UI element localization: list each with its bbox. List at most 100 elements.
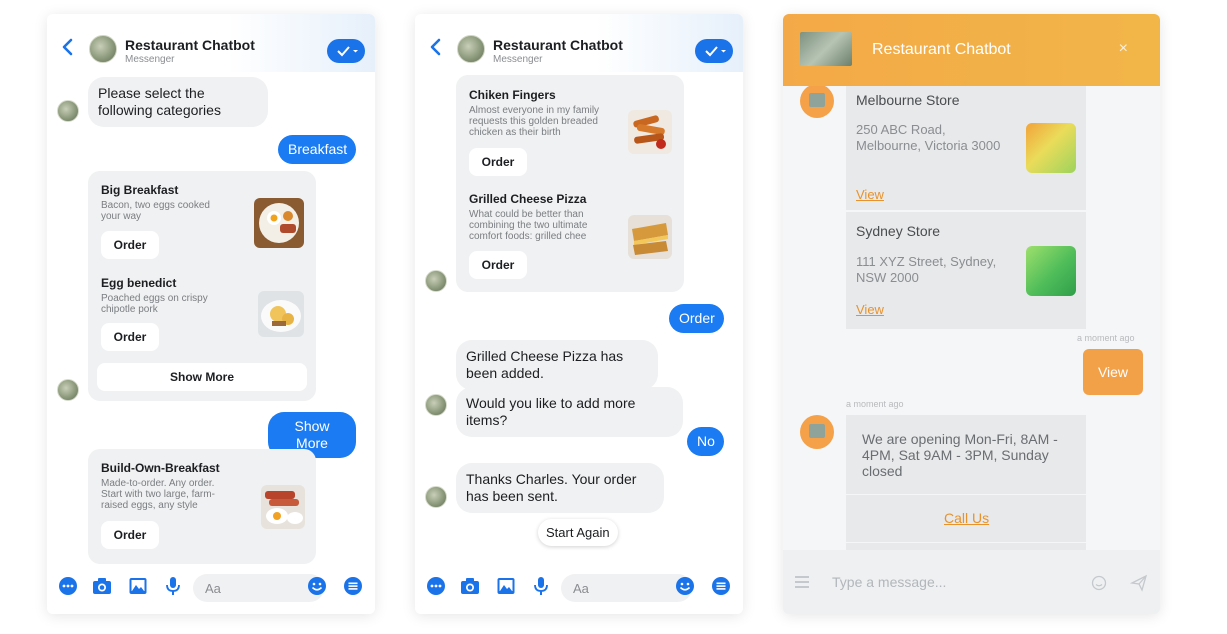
menu-icon[interactable] — [795, 576, 809, 588]
item-description: What could be better than combining the … — [469, 209, 588, 242]
store-map-image — [1026, 246, 1076, 296]
item-description: Poached eggs on crispy chipotle pork — [101, 293, 208, 315]
more-options-icon[interactable] — [58, 576, 78, 596]
item-title: Grilled Cheese Pizza — [469, 192, 587, 206]
widget-title: Restaurant Chatbot — [872, 41, 1011, 58]
card-divider — [846, 542, 1086, 543]
menu-carousel-card: Build-Own-Breakfast Made-to-order. Any o… — [88, 449, 316, 564]
menu-icon[interactable] — [343, 576, 363, 596]
store-card: Melbourne Store 250 ABC Road, Melbourne,… — [846, 82, 1086, 210]
menu-carousel-card: Chiken Fingers Almost everyone in my fam… — [456, 75, 684, 292]
microphone-icon[interactable] — [163, 576, 183, 596]
grilled-cheese-pizza-image — [628, 215, 672, 259]
store-name: Sydney Store — [856, 223, 941, 239]
item-description: Almost everyone in my family requests th… — [469, 105, 600, 138]
bot-avatar-small — [425, 486, 447, 508]
user-message-order: Order — [669, 304, 724, 333]
store-view-link[interactable]: View — [856, 302, 884, 317]
bot-avatar — [89, 35, 117, 63]
order-button[interactable]: Order — [101, 231, 159, 259]
message-timestamp: a moment ago — [1077, 333, 1135, 343]
store-name: Melbourne Store — [856, 92, 960, 108]
image-gallery-icon[interactable] — [496, 576, 516, 596]
chat-title: Restaurant Chatbot — [125, 37, 255, 53]
bot-message: Please select the following categories — [88, 77, 268, 127]
messenger-chat-panel-2: Restaurant Chatbot Messenger Chiken Fing… — [415, 14, 743, 614]
emoji-icon[interactable] — [307, 576, 327, 596]
bot-avatar-small — [57, 100, 79, 122]
chat-header: Restaurant Chatbot Messenger — [47, 14, 375, 72]
show-more-button[interactable]: Show More — [97, 363, 307, 391]
big-breakfast-image — [254, 198, 304, 248]
store-address: 111 XYZ Street, Sydney, NSW 2000 — [856, 254, 997, 285]
item-title: Egg benedict — [101, 276, 177, 290]
store-view-link[interactable]: View — [856, 187, 884, 202]
user-message-view: View — [1083, 349, 1143, 395]
message-input[interactable]: Type a message... — [832, 574, 946, 590]
opening-hours-message: We are opening Mon-Fri, 8AM - 4PM, Sat 9… — [862, 431, 1058, 479]
store-map-image — [1026, 123, 1076, 173]
microphone-icon[interactable] — [531, 576, 551, 596]
back-arrow-icon[interactable] — [61, 38, 73, 56]
chat-title: Restaurant Chatbot — [493, 37, 623, 53]
emoji-icon[interactable] — [675, 576, 695, 596]
camera-icon[interactable] — [460, 576, 480, 596]
menu-carousel-card: Big Breakfast Bacon, two eggs cooked you… — [88, 171, 316, 401]
chat-subtitle: Messenger — [125, 54, 175, 65]
user-message-breakfast: Breakfast — [278, 135, 356, 164]
chat-header: Restaurant Chatbot Messenger — [415, 14, 743, 72]
egg-benedict-image — [258, 291, 304, 337]
check-menu-button[interactable] — [327, 39, 365, 63]
bot-message: Would you like to add more items? — [456, 387, 683, 437]
opening-hours-card: We are opening Mon-Fri, 8AM - 4PM, Sat 9… — [846, 415, 1086, 550]
bot-message: Grilled Cheese Pizza has been added. — [456, 340, 658, 390]
messenger-chat-panel-1: Restaurant Chatbot Messenger Please sele… — [47, 14, 375, 614]
bot-avatar-small — [425, 394, 447, 416]
more-options-icon[interactable] — [426, 576, 446, 596]
camera-icon[interactable] — [92, 576, 112, 596]
image-gallery-icon[interactable] — [128, 576, 148, 596]
chat-subtitle: Messenger — [493, 54, 543, 65]
order-button[interactable]: Order — [101, 521, 159, 549]
message-input[interactable]: Aa — [193, 574, 324, 602]
start-again-quick-reply[interactable]: Start Again — [538, 519, 618, 546]
item-title: Big Breakfast — [101, 183, 179, 197]
check-icon — [705, 46, 726, 57]
bot-avatar-small — [425, 270, 447, 292]
web-chat-widget: Melbourne Store 250 ABC Road, Melbourne,… — [783, 14, 1160, 614]
check-menu-button[interactable] — [695, 39, 733, 63]
bot-avatar — [800, 84, 834, 118]
composer-bar: Aa — [415, 564, 743, 614]
build-own-breakfast-image — [261, 485, 305, 529]
bot-avatar-small — [57, 379, 79, 401]
order-button[interactable]: Order — [469, 251, 527, 279]
message-input[interactable]: Aa — [561, 574, 692, 602]
bot-message: Thanks Charles. Your order has been sent… — [456, 463, 664, 513]
card-divider — [846, 494, 1086, 495]
check-icon — [337, 46, 358, 57]
menu-icon[interactable] — [711, 576, 731, 596]
order-button[interactable]: Order — [469, 148, 527, 176]
emoji-icon[interactable] — [1091, 575, 1107, 591]
send-icon[interactable] — [1130, 574, 1148, 592]
message-input-placeholder: Aa — [573, 581, 589, 596]
call-us-link[interactable]: Call Us — [944, 510, 989, 526]
close-icon[interactable]: × — [1119, 40, 1128, 58]
order-button[interactable]: Order — [101, 323, 159, 351]
item-title: Chiken Fingers — [469, 88, 556, 102]
store-card: Sydney Store 111 XYZ Street, Sydney, NSW… — [846, 212, 1086, 329]
back-arrow-icon[interactable] — [429, 38, 441, 56]
composer-bar: Type a message... — [783, 550, 1160, 614]
message-input-placeholder: Aa — [205, 581, 221, 596]
message-timestamp: a moment ago — [846, 399, 904, 409]
bot-avatar — [457, 35, 485, 63]
item-description: Bacon, two eggs cooked your way — [101, 200, 210, 222]
store-address: 250 ABC Road, Melbourne, Victoria 3000 — [856, 122, 1001, 153]
composer-bar: Aa — [47, 564, 375, 614]
chicken-fingers-image — [628, 110, 672, 154]
restaurant-logo — [800, 32, 852, 66]
user-message-no: No — [687, 427, 724, 456]
bot-avatar — [800, 415, 834, 449]
widget-header: Restaurant Chatbot × — [783, 14, 1160, 86]
item-title: Build-Own-Breakfast — [101, 461, 220, 475]
